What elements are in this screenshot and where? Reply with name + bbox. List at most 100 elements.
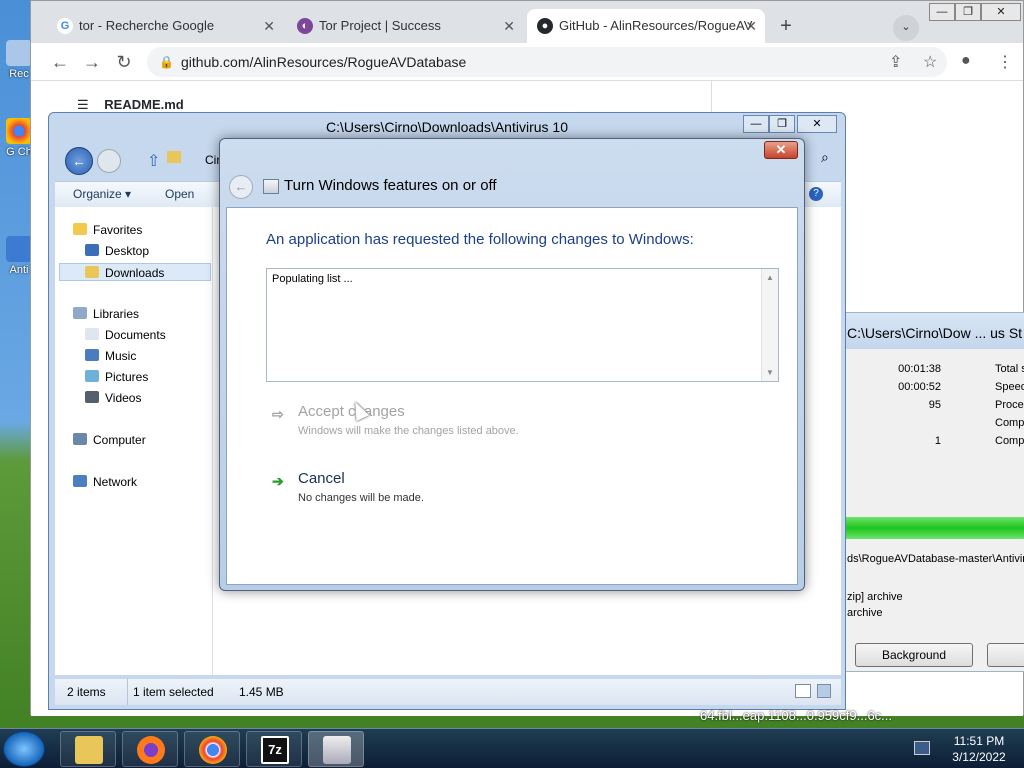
dialog-instruction: An application has requested the followi… (266, 231, 694, 248)
start-button[interactable] (3, 731, 45, 767)
large-icons-view-icon[interactable] (817, 684, 831, 698)
forward-arrow-icon[interactable] (97, 149, 121, 173)
close-button[interactable]: ✕ (981, 3, 1021, 21)
zip-row: 00:00:52 Speed (841, 381, 1024, 395)
network-icon (73, 475, 87, 487)
zip-row: 95 Proces (841, 399, 1024, 413)
reload-icon[interactable]: ↻ (111, 49, 137, 75)
details-view-icon[interactable] (795, 684, 811, 698)
taskbar-chrome[interactable] (184, 731, 240, 767)
network-status-icon[interactable] (914, 741, 930, 755)
system-tray: 11:51 PM 3/12/2022 (904, 729, 1024, 768)
scroll-up-icon[interactable]: ▲ (762, 273, 778, 282)
readme-title: README.md (104, 97, 184, 112)
nav-label: Desktop (105, 244, 150, 258)
nav-label: Music (105, 349, 137, 363)
profile-avatar-icon[interactable]: ● (961, 52, 971, 70)
nav-libraries[interactable]: Libraries (73, 305, 139, 323)
desktop-icon-label: Rec (9, 68, 29, 80)
music-icon (85, 349, 99, 361)
nav-downloads[interactable]: Downloads (59, 263, 211, 281)
menu-kebab-icon[interactable]: ⋮ (997, 52, 1013, 72)
maximize-button[interactable]: ❐ (769, 115, 795, 133)
lock-icon: 🔒 (159, 55, 174, 69)
windows-features-dialog: ✕ ← Turn Windows features on or off An a… (219, 138, 805, 591)
scroll-down-icon[interactable]: ▼ (762, 368, 778, 377)
pause-button[interactable] (987, 643, 1024, 667)
up-arrow-icon[interactable]: ⇧ (147, 151, 160, 171)
desktop-icon (85, 244, 99, 256)
close-tab-icon[interactable]: ✕ (503, 9, 515, 43)
back-arrow-icon[interactable]: ← (65, 147, 93, 175)
nav-documents[interactable]: Documents (85, 326, 166, 344)
close-tab-icon[interactable]: ✕ (263, 9, 275, 43)
help-icon[interactable]: ? (809, 187, 823, 201)
nav-label: Downloads (105, 266, 165, 280)
taskbar-7zip[interactable]: 7z (246, 731, 302, 767)
address-bar[interactable]: 🔒 github.com/AlinResources/RogueAVDataba… (147, 47, 947, 77)
list-scrollbar[interactable]: ▲ ▼ (761, 269, 778, 381)
nav-desktop[interactable]: Desktop (85, 242, 149, 260)
tab-title: Tor Project | Success (319, 18, 441, 33)
desktop-icon-label: G Ch (6, 146, 32, 158)
zip-row: Compr (841, 417, 1024, 431)
status-item-count: 2 items (67, 685, 106, 699)
google-icon: G (57, 18, 73, 34)
search-icon[interactable]: ⌕ (821, 149, 829, 166)
pictures-icon (85, 370, 99, 382)
taskbar-firefox[interactable] (122, 731, 178, 767)
maximize-button[interactable]: ❐ (955, 3, 981, 21)
nav-pictures[interactable]: Pictures (85, 368, 148, 386)
close-tab-icon[interactable]: ✕ (745, 9, 757, 43)
background-window-text: 64.fbl...eap.1108...0.959cf9...6c... (700, 708, 893, 723)
zip-archive-line: zip] archive (847, 591, 903, 603)
dialog-close-button[interactable]: ✕ (764, 141, 798, 159)
nav-network[interactable]: Network (73, 473, 137, 491)
readme-header: ☰ README.md (77, 97, 184, 113)
tor-icon: ◐ (297, 18, 313, 34)
zip-window-title: C:\Users\Cirno\Dow ... us St (841, 313, 1024, 349)
zip-row-label: Total s (995, 363, 1024, 375)
back-arrow-icon[interactable]: ← (47, 49, 73, 75)
back-arrow-icon[interactable]: ← (229, 175, 253, 199)
tab-tor-project[interactable]: ◐ Tor Project | Success ✕ (287, 9, 523, 43)
zip-progress-window: C:\Users\Cirno\Dow ... us St 00:01:38 To… (840, 312, 1024, 672)
nav-music[interactable]: Music (85, 347, 136, 365)
tab-github[interactable]: ● GitHub - AlinResources/RogueAV ✕ (527, 9, 765, 43)
minimize-button[interactable]: — (743, 115, 769, 133)
new-tab-button[interactable]: + (773, 13, 799, 39)
tab-search-button[interactable]: ⌄ (893, 15, 919, 41)
tab-title: tor - Recherche Google (79, 18, 215, 33)
clock-time[interactable]: 11:51 PM (944, 734, 1014, 748)
nav-videos[interactable]: Videos (85, 389, 141, 407)
share-icon[interactable]: ⇪ (889, 52, 902, 72)
organize-button[interactable]: Organize ▾ (73, 187, 131, 201)
accept-changes-note: Windows will make the changes listed abo… (298, 425, 519, 437)
windows-features-icon (323, 736, 351, 764)
zip-row-value: 00:00:52 (898, 381, 941, 393)
list-status-text: Populating list ... (272, 273, 353, 285)
firefox-icon (137, 736, 165, 764)
close-button[interactable]: ✕ (797, 115, 837, 133)
zip-row-value: 1 (934, 435, 941, 447)
cancel-label: Cancel (298, 470, 345, 487)
nav-label: Computer (93, 433, 146, 447)
taskbar-explorer[interactable] (60, 731, 116, 767)
background-button[interactable]: Background (855, 643, 973, 667)
nav-favorites[interactable]: Favorites (73, 221, 142, 239)
taskbar-windows-features[interactable] (308, 731, 364, 767)
chrome-icon (199, 736, 227, 764)
bookmark-star-icon[interactable]: ☆ (923, 52, 937, 72)
list-icon[interactable]: ☰ (77, 97, 89, 112)
cancel-note: No changes will be made. (298, 492, 424, 504)
dialog-content: An application has requested the followi… (226, 207, 798, 585)
minimize-button[interactable]: — (929, 3, 955, 21)
forward-arrow-icon[interactable]: → (79, 49, 105, 75)
shield-icon (6, 236, 32, 262)
nav-label: Pictures (105, 370, 149, 384)
tab-google-search[interactable]: G tor - Recherche Google ✕ (47, 9, 283, 43)
open-button[interactable]: Open (165, 187, 194, 201)
nav-computer[interactable]: Computer (73, 431, 146, 449)
clock-date[interactable]: 3/12/2022 (944, 750, 1014, 764)
changes-list[interactable]: Populating list ... ▲ ▼ (266, 268, 779, 382)
